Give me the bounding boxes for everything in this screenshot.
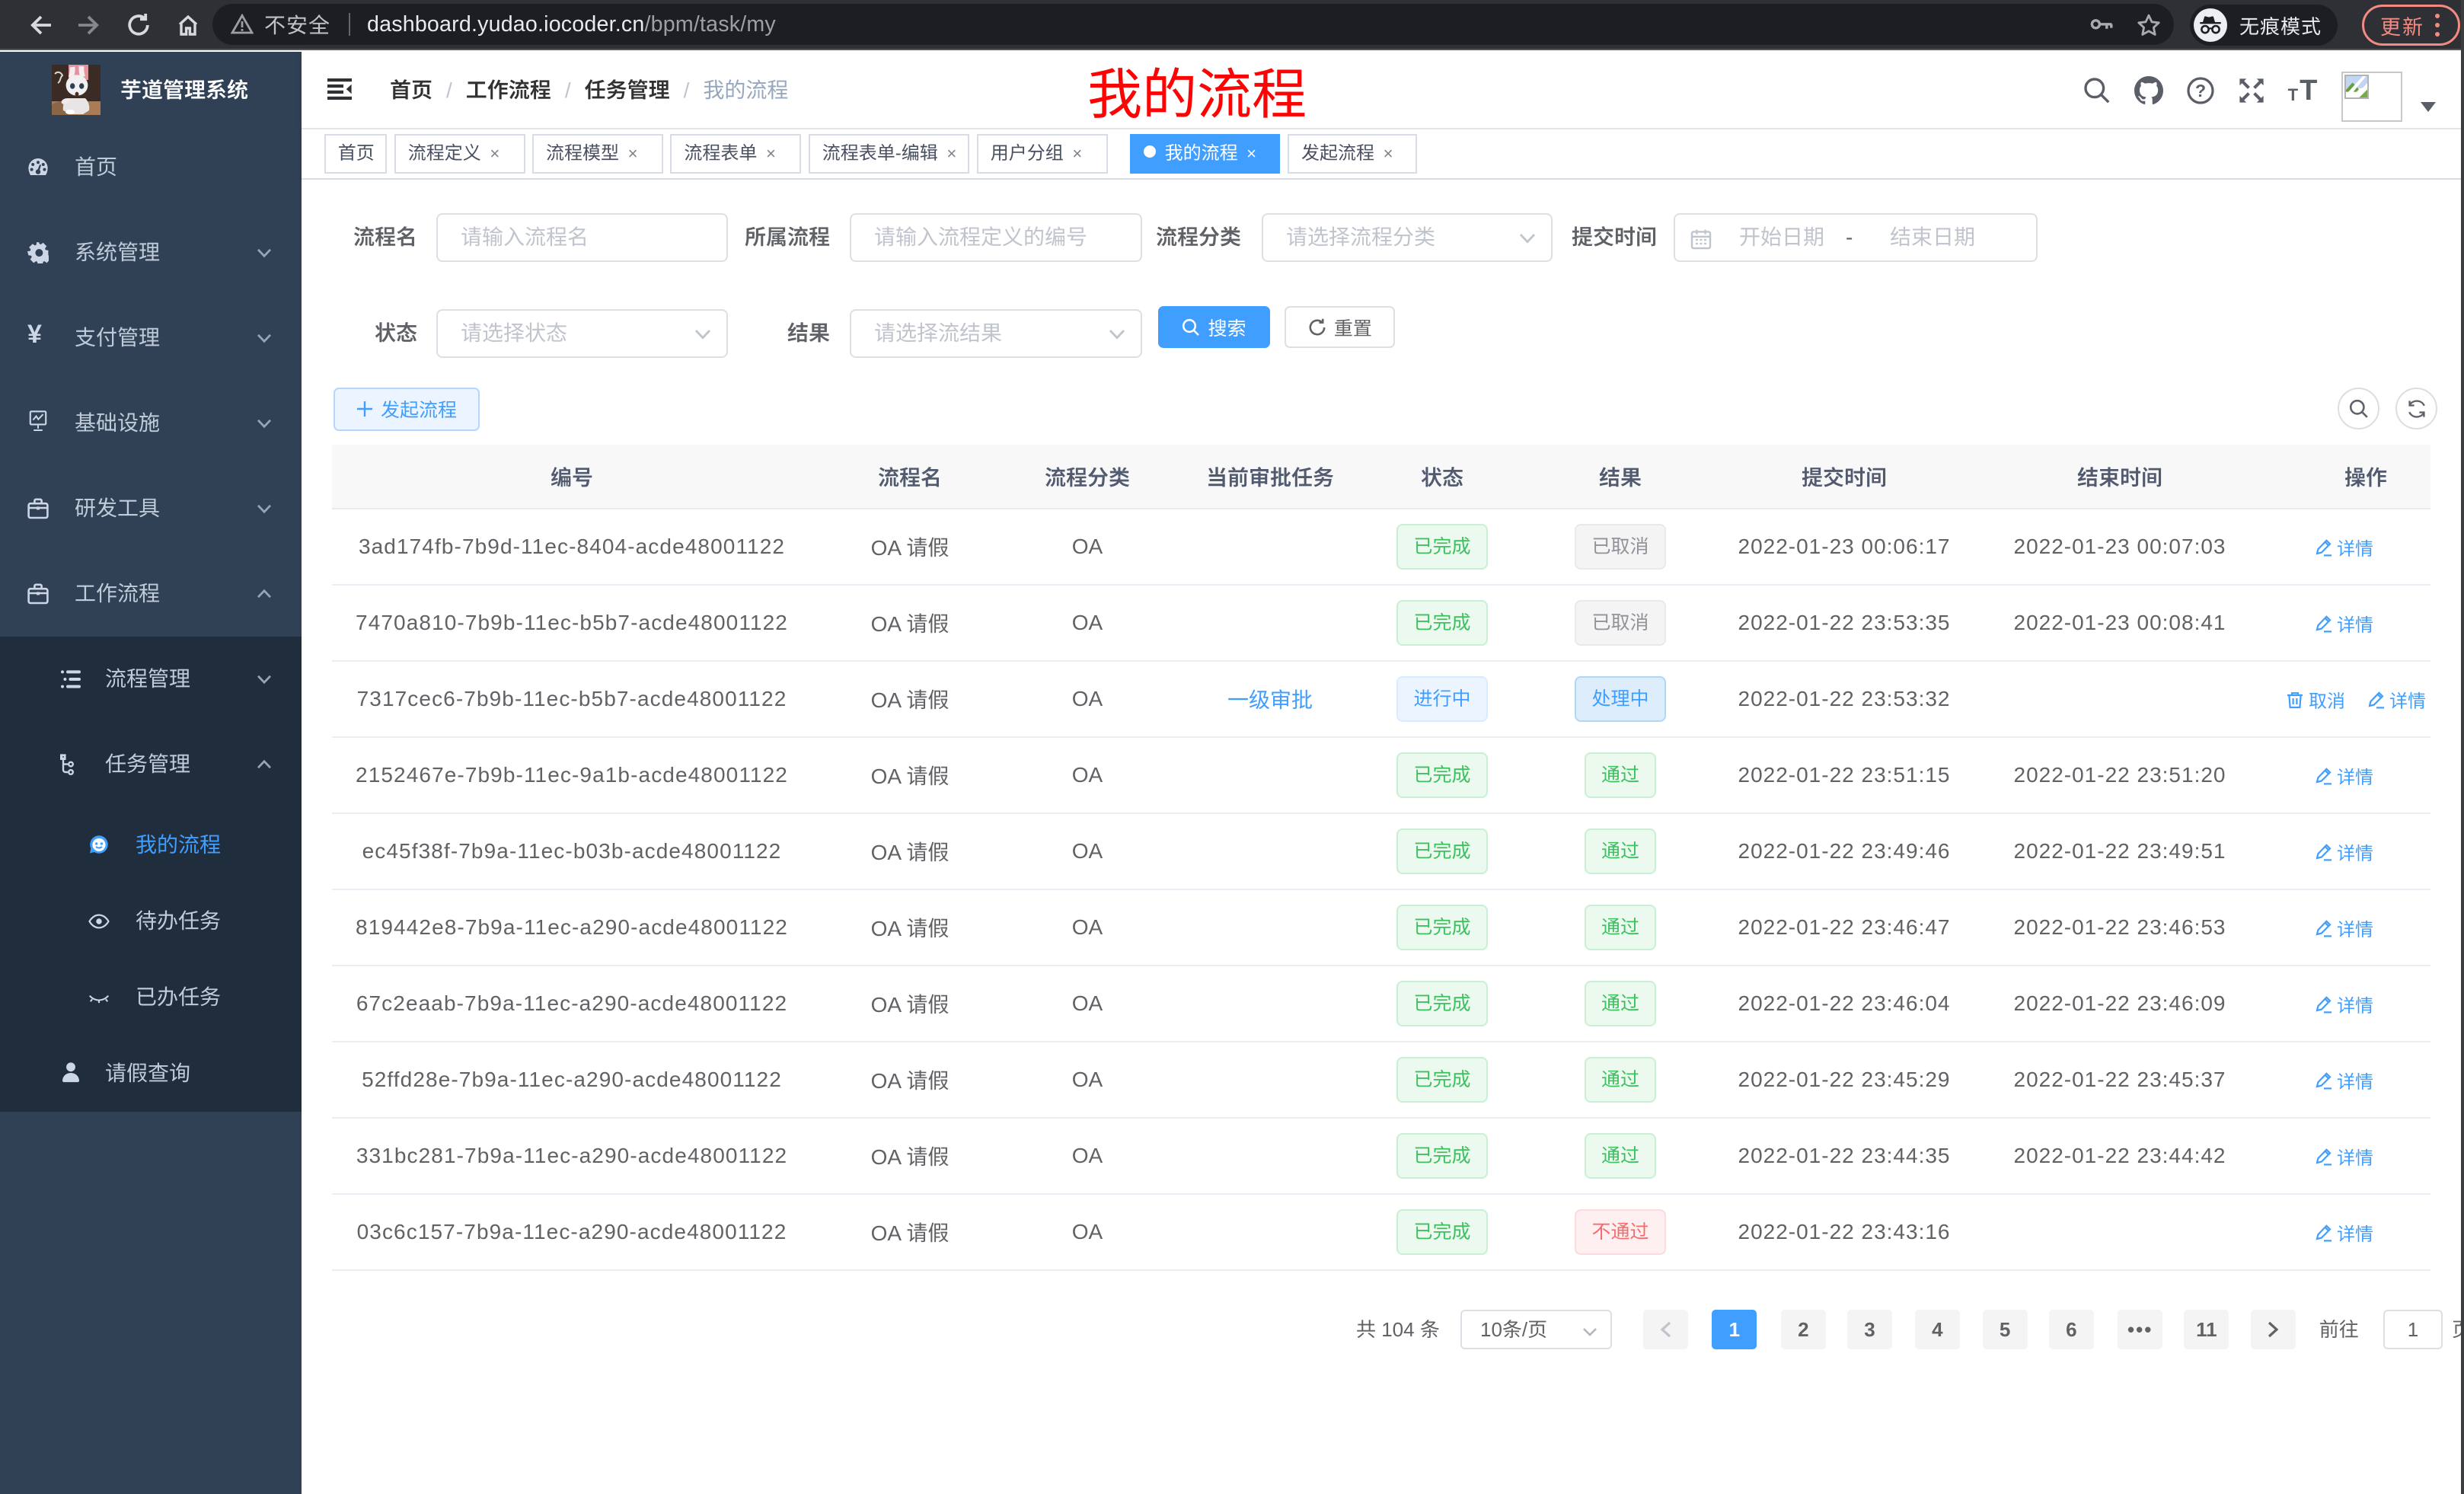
svg-text:?: ? <box>2195 81 2206 101</box>
